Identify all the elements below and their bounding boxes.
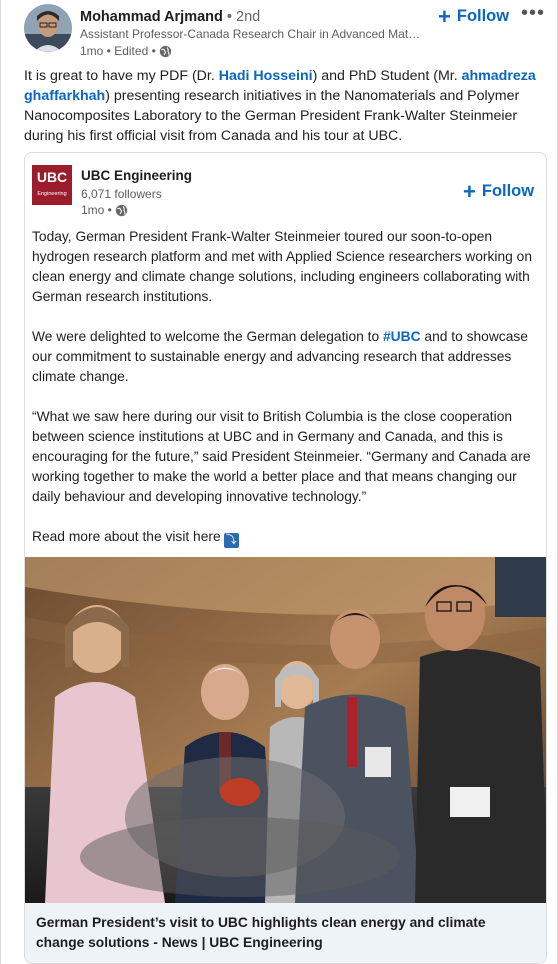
globe-icon bbox=[115, 204, 128, 216]
shared-paragraph-2-start: We were delighted to welcome the German … bbox=[32, 329, 383, 344]
ubc-engineering-logo[interactable]: UBC Engineering bbox=[32, 165, 72, 205]
post-header: Mohammad Arjmand • 2nd Assistant Profess… bbox=[24, 2, 545, 60]
mention-hadi-hosseini[interactable]: Hadi Hosseini bbox=[219, 68, 313, 84]
logo-text: UBC bbox=[36, 169, 68, 185]
author-name[interactable]: Mohammad Arjmand • 2nd bbox=[80, 9, 260, 25]
author-name-text: Mohammad Arjmand bbox=[80, 9, 223, 25]
logo-subtext: Engineering bbox=[37, 191, 67, 197]
follow-org-button[interactable]: + Follow bbox=[463, 178, 535, 204]
follow-org-label: Follow bbox=[481, 182, 535, 200]
follow-author-button[interactable]: + Follow bbox=[438, 3, 510, 29]
author-avatar[interactable] bbox=[24, 4, 72, 52]
article-link-caption[interactable]: German President’s visit to UBC highligh… bbox=[25, 903, 546, 963]
reshared-post-card: UBC Engineering UBC Engineering 6,071 fo… bbox=[24, 152, 547, 964]
article-title: German President’s visit to UBC highligh… bbox=[36, 915, 486, 950]
shared-paragraph-3: “What we saw here during our visit to Br… bbox=[32, 409, 531, 504]
shared-post-text: Today, German President Frank-Walter Ste… bbox=[32, 227, 537, 568]
feed-post: Mohammad Arjmand • 2nd Assistant Profess… bbox=[0, 0, 558, 964]
plus-icon: + bbox=[463, 178, 476, 204]
shared-paragraph-2: We were delighted to welcome the German … bbox=[32, 327, 537, 387]
org-name[interactable]: UBC Engineering bbox=[81, 168, 192, 183]
article-photo-image bbox=[25, 557, 546, 903]
more-options-icon[interactable]: ••• bbox=[521, 2, 545, 25]
post-text-part-1: It is great to have my PDF (Dr. bbox=[24, 68, 219, 84]
read-more-line: Read more about the visit here ⤵ bbox=[32, 527, 537, 548]
post-meta-text: 1mo • Edited • bbox=[80, 44, 156, 58]
read-more-text: Read more about the visit here bbox=[32, 529, 221, 544]
plus-icon: + bbox=[438, 3, 451, 29]
arrow-down-emoji-icon: ⤵ bbox=[223, 533, 239, 548]
connection-degree: • 2nd bbox=[226, 9, 261, 25]
post-text-part-2: ) and PhD Student (Mr. bbox=[312, 68, 462, 84]
post-meta: 1mo • Edited • bbox=[80, 44, 172, 58]
shared-paragraph-1: Today, German President Frank-Walter Ste… bbox=[32, 229, 533, 304]
article-photo[interactable] bbox=[25, 557, 546, 903]
follow-author-label: Follow bbox=[456, 7, 510, 25]
globe-icon bbox=[159, 45, 171, 57]
shared-post-meta-text: 1mo • bbox=[81, 203, 112, 217]
hashtag-ubc[interactable]: #UBC bbox=[383, 329, 421, 344]
author-headline: Assistant Professor-Canada Research Chai… bbox=[80, 27, 425, 41]
follower-count: 6,071 followers bbox=[81, 187, 162, 201]
shared-post-meta: 1mo • bbox=[81, 203, 128, 217]
post-text: It is great to have my PDF (Dr. Hadi Hos… bbox=[24, 66, 552, 146]
